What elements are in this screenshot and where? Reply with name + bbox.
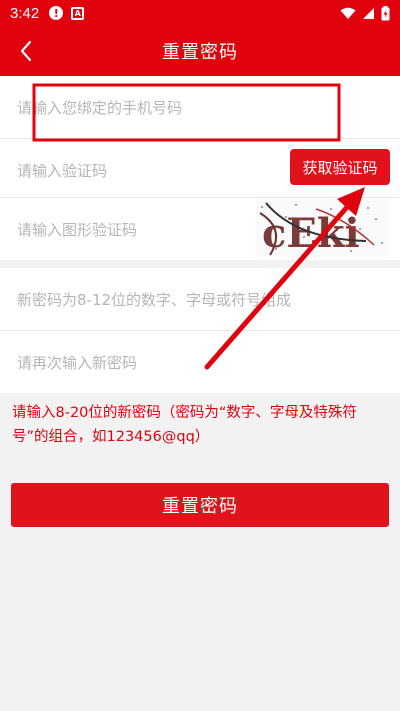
new-password-field[interactable]: 新密码为8-12位的数字、字母或符号组成 — [0, 268, 400, 330]
phone-field[interactable]: 请输入您绑定的手机号码 — [0, 76, 400, 138]
signal-icon — [363, 7, 374, 19]
password-hint: 请输入8-20位的新密码（密码为“数字、字母及特殊符号”的组合，如123456@… — [12, 405, 357, 445]
page-title: 重置密码 — [162, 42, 238, 63]
get-code-button[interactable]: 获取验证码 — [290, 149, 390, 185]
app-notification-icon: A — [71, 6, 85, 20]
captcha-graphic: cEki — [259, 202, 383, 257]
alert-icon: ! — [49, 6, 64, 20]
chevron-left-icon — [20, 40, 32, 62]
reset-password-button[interactable]: 重置密码 — [11, 483, 389, 527]
new-password-placeholder: 新密码为8-12位的数字、字母或符号组成 — [17, 290, 292, 309]
section-gap — [0, 260, 400, 268]
battery-icon — [381, 5, 390, 20]
captcha-placeholder: 请输入图形验证码 — [17, 220, 138, 239]
status-time: 3:42 — [10, 4, 40, 22]
back-button[interactable] — [12, 37, 40, 65]
captcha-image[interactable]: cEki — [256, 199, 389, 257]
status-icons — [340, 5, 390, 21]
app-bar: 重置密码 — [0, 26, 400, 76]
wifi-icon — [340, 7, 356, 19]
status-bar: 3:42 ! A — [0, 0, 400, 26]
confirm-password-placeholder: 请再次输入新密码 — [17, 353, 138, 372]
confirm-password-field[interactable]: 请再次输入新密码 — [0, 331, 400, 393]
sms-code-placeholder: 请输入验证码 — [17, 161, 108, 180]
phone-placeholder: 请输入您绑定的手机号码 — [17, 98, 183, 117]
